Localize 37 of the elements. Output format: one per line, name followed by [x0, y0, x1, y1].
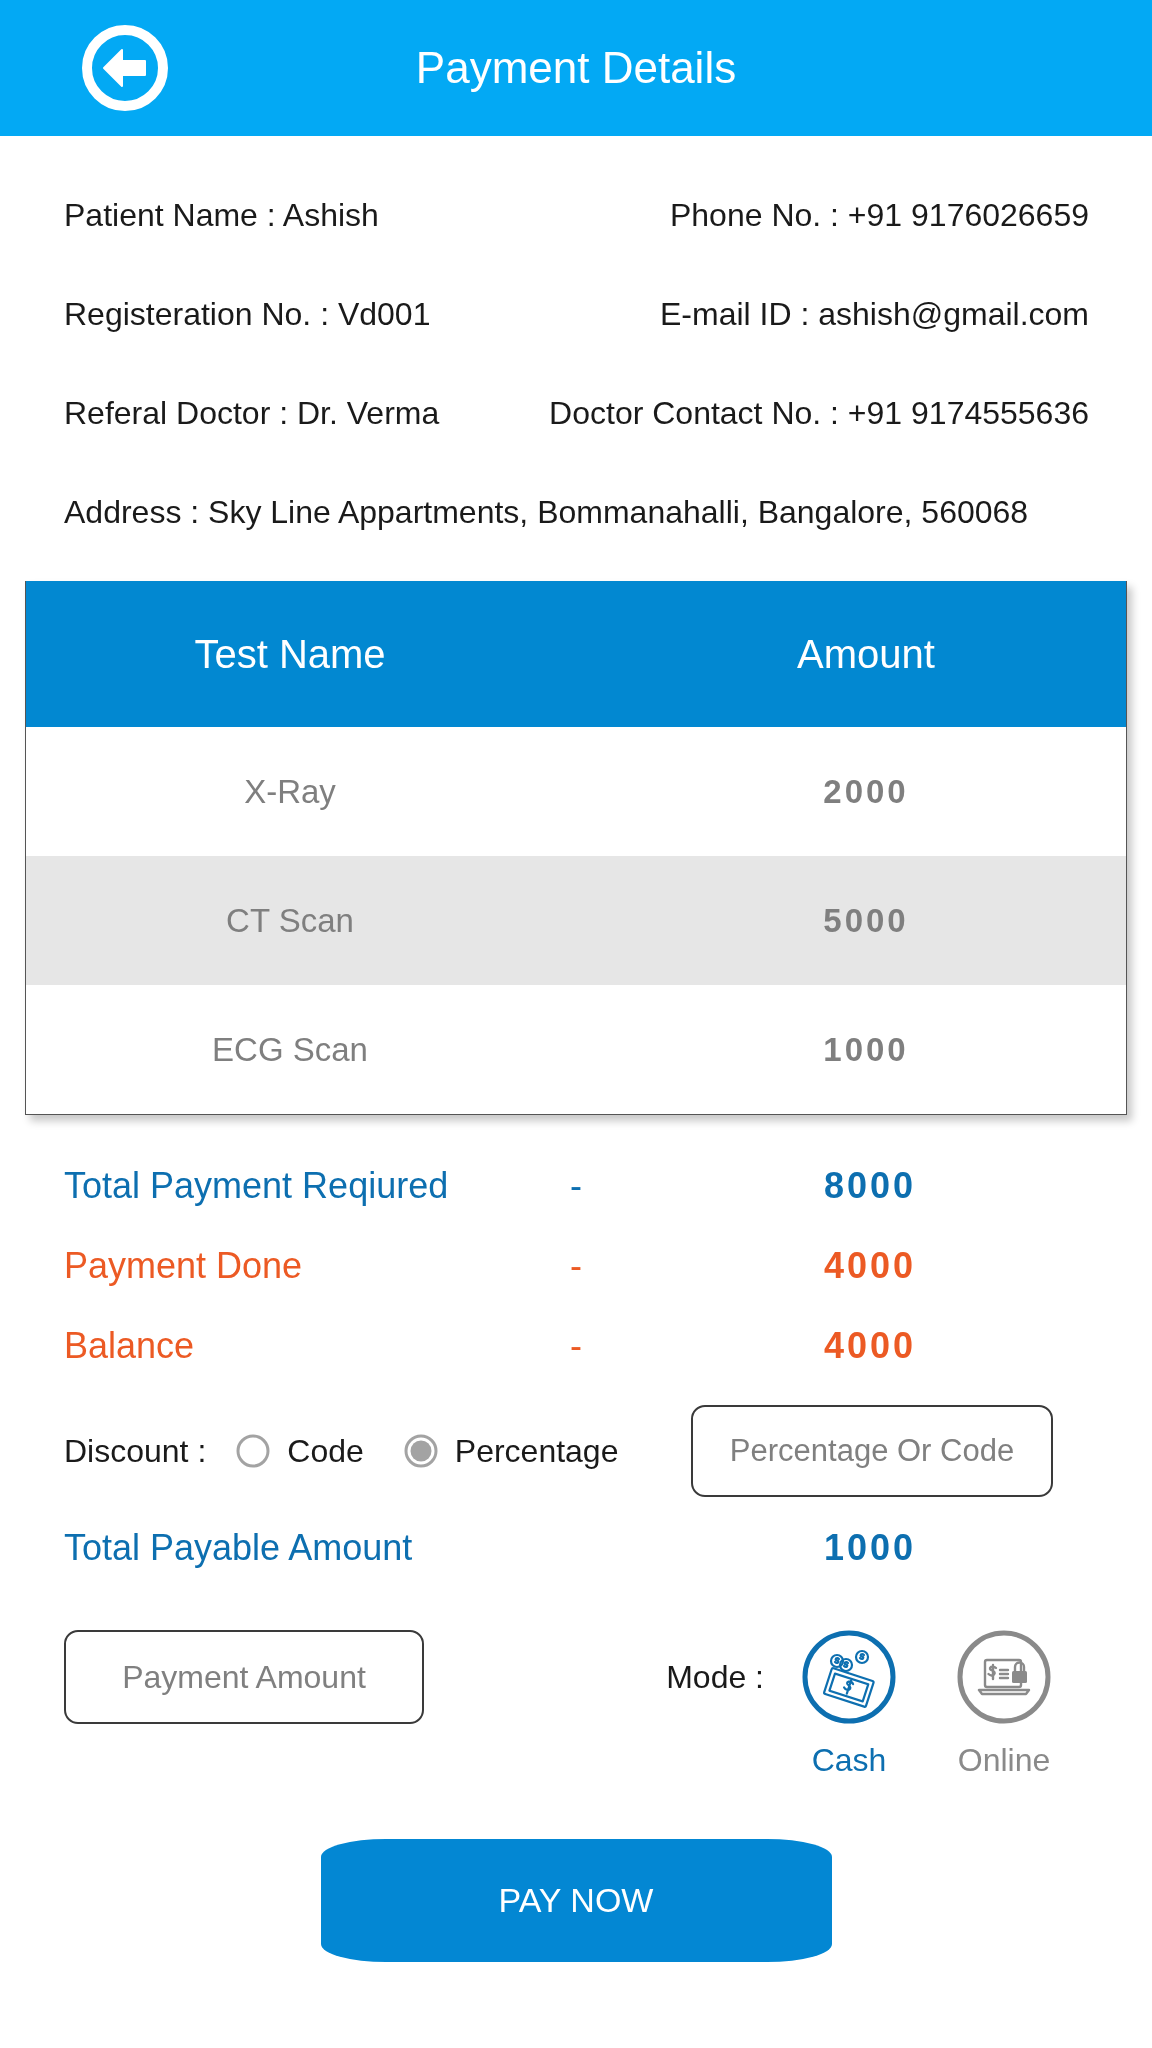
payable-label: Total Payable Amount [64, 1527, 414, 1569]
summary-value: 4000 [823, 1325, 917, 1367]
pay-now-button[interactable]: PAY NOW [320, 1838, 832, 1962]
cash-icon [802, 1630, 896, 1724]
table-cell: ECG Scan [26, 985, 554, 1114]
separator-dash: - [570, 1325, 582, 1367]
summary-label: Balance [64, 1325, 195, 1367]
detail-text: Referal Doctor : Dr. Verma [64, 395, 440, 432]
column-header: Amount [554, 581, 1126, 727]
table-cell: CT Scan [26, 856, 554, 985]
mode-label: Mode : [666, 1658, 764, 1696]
detail-text: Phone No. : +91 9176026659 [669, 197, 1089, 234]
summary-label: Payment Done [64, 1245, 303, 1287]
detail-text: Doctor Contact No. : +91 9174555636 [549, 395, 1089, 432]
payable-value: 1000 [823, 1527, 917, 1569]
discount-input-field[interactable]: Percentage Or Code [691, 1405, 1053, 1497]
page-title: Payment Details [415, 42, 737, 94]
detail-text: Registeration No. : Vd001 [64, 296, 431, 333]
summary-value: 4000 [823, 1245, 917, 1287]
laptop-lock-icon [957, 1630, 1051, 1724]
radio-option[interactable]: Percentage [403, 1432, 619, 1470]
discount-label: Discount : [64, 1432, 207, 1470]
radio-option[interactable]: Code [236, 1432, 364, 1470]
summary-label: Total Payment Reqiured [64, 1165, 449, 1207]
table-cell: 1000 [554, 985, 1126, 1114]
separator-dash: - [570, 1245, 582, 1287]
column-header: Test Name [26, 581, 554, 727]
table-cell: 5000 [554, 856, 1126, 985]
summary-value: 8000 [823, 1165, 917, 1207]
detail-text: Address : Sky Line Appartments, Bommanahalli, Bangalore, 560068 [64, 494, 1029, 531]
payment-mode-option[interactable]: Online [944, 1630, 1064, 1779]
separator-dash: - [570, 1165, 582, 1207]
back-button[interactable] [82, 25, 168, 111]
payment-amount-field[interactable]: Payment Amount [64, 1630, 424, 1724]
detail-text: Patient Name : Ashish [64, 197, 379, 234]
payment-mode-option[interactable]: Cash [789, 1630, 909, 1779]
detail-text: E-mail ID : ashish@gmail.com [659, 296, 1089, 333]
